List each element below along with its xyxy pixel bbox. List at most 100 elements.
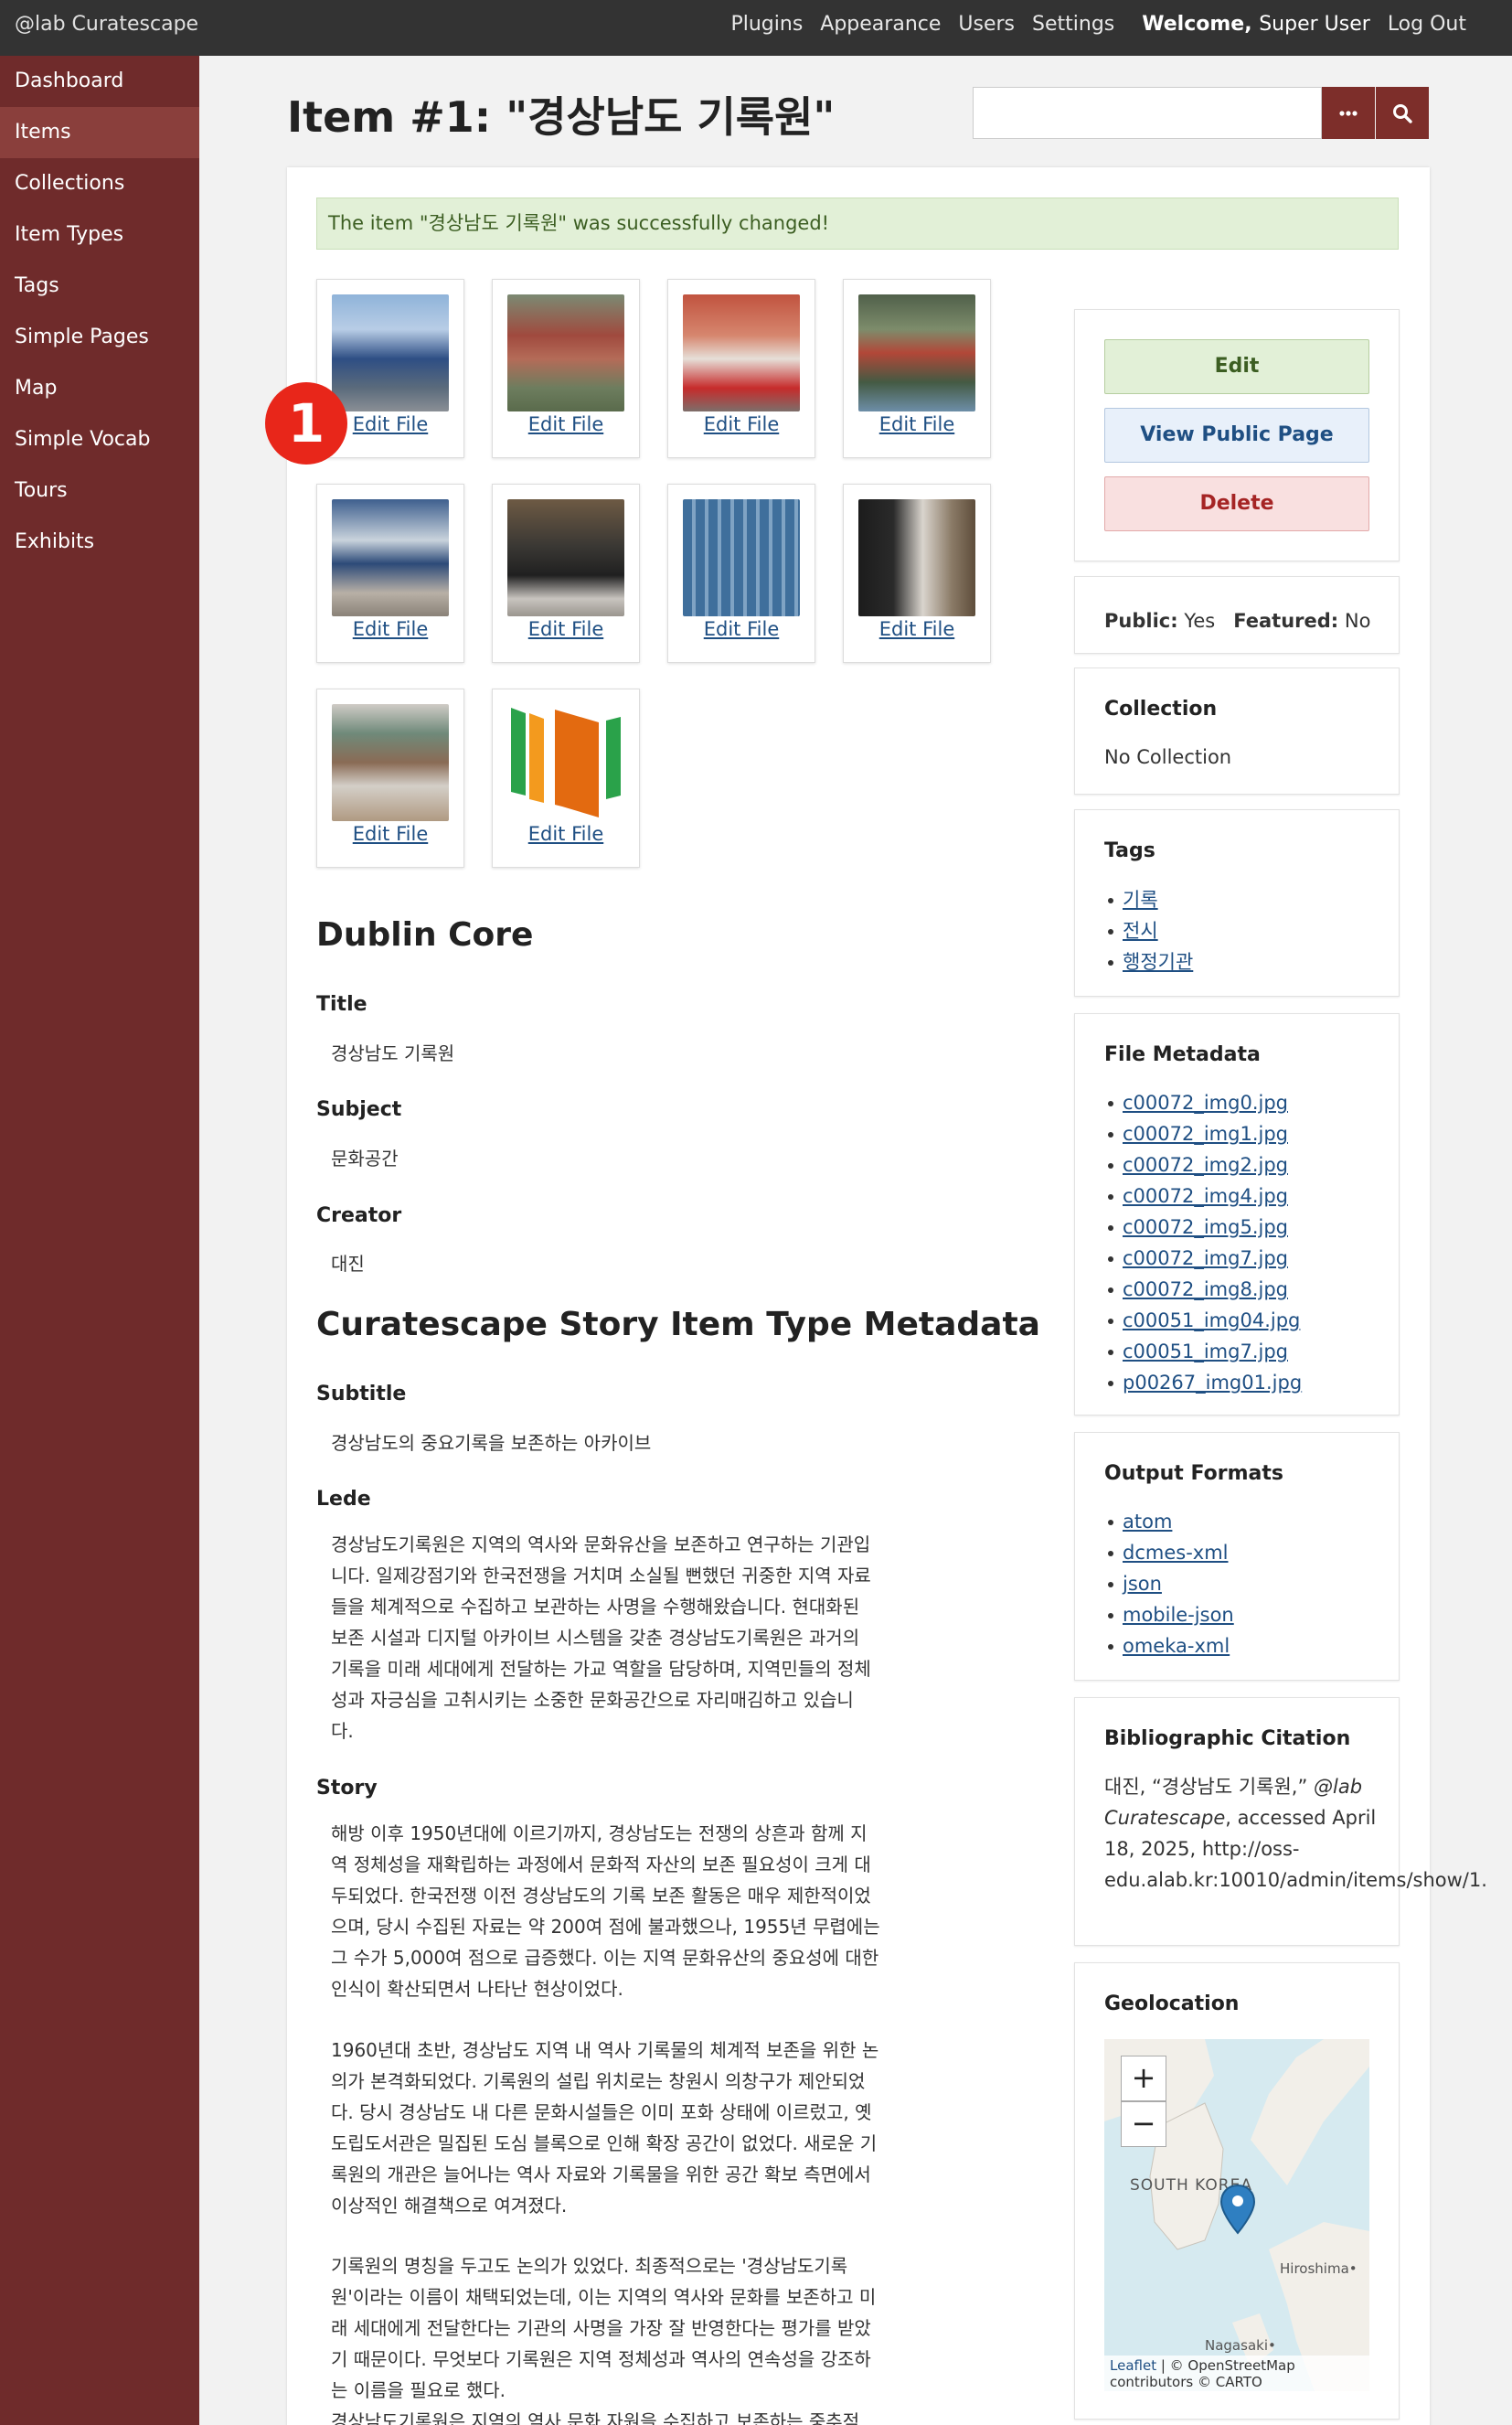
file-thumbnail: Edit File	[316, 689, 464, 868]
map-marker-icon[interactable]	[1219, 2184, 1256, 2235]
lede-line: 다.	[331, 1720, 354, 1742]
geolocation-map[interactable]: + − SOUTH KOREA Hiroshima• Nagasaki• Lea…	[1104, 2039, 1369, 2391]
edit-file-link[interactable]: Edit File	[317, 618, 463, 640]
featured-label: Featured:	[1233, 610, 1339, 632]
leaflet-link[interactable]: Leaflet	[1110, 2357, 1156, 2374]
edit-file-link[interactable]: Edit File	[844, 413, 990, 435]
story-line: 도립도서관은 밀집된 도심 블록으로 인해 확장 공간이 없었다. 새로운 기	[331, 2132, 878, 2154]
sidebar-item-item-types[interactable]: Item Types	[0, 209, 199, 261]
file-metadata-panel: File Metadata c00072_img0.jpg c00072_img…	[1074, 1013, 1400, 1415]
step-badge: 1	[265, 382, 347, 465]
file-metadata-item: c00051_img04.jpg	[1104, 1305, 1302, 1336]
output-format-item: atom	[1104, 1506, 1234, 1537]
welcome-user[interactable]: Super User	[1259, 13, 1370, 36]
edit-file-link[interactable]: Edit File	[493, 618, 639, 640]
title-label: Title	[316, 993, 367, 1016]
sidebar-item-tours[interactable]: Tours	[0, 465, 199, 517]
delete-button[interactable]: Delete	[1104, 476, 1369, 531]
file-image[interactable]	[683, 294, 800, 411]
file-link[interactable]: c00072_img5.jpg	[1123, 1216, 1288, 1238]
subtitle-label: Subtitle	[316, 1383, 407, 1405]
sidebar-item-map[interactable]: Map	[0, 363, 199, 414]
file-metadata-item: c00072_img7.jpg	[1104, 1243, 1302, 1274]
story-line: 다. 당시 경상남도 내 다른 문화시설들은 이미 포화 상태에 이르렀고, 옛	[331, 2101, 872, 2123]
file-link[interactable]: c00072_img2.jpg	[1123, 1154, 1288, 1176]
tag-link[interactable]: 전시	[1123, 920, 1158, 942]
lede-line: 들을 체계적으로 수집하고 보관하는 사명을 수행해왔습니다. 현대화된	[331, 1596, 860, 1618]
site-title[interactable]: @lab Curatescape	[15, 13, 198, 36]
file-link[interactable]: c00072_img4.jpg	[1123, 1185, 1288, 1207]
file-link[interactable]: c00072_img8.jpg	[1123, 1278, 1288, 1300]
page-title: Item #1: "경상남도 기록원"	[287, 92, 836, 142]
story-line: 원'이라는 이름이 채택되었는데, 이는 지역의 역사와 문화를 보존하고 미	[331, 2286, 877, 2308]
file-thumbnail: Edit File	[492, 279, 640, 458]
output-format-link[interactable]: json	[1123, 1573, 1162, 1595]
file-thumbnail: Edit File	[492, 689, 640, 868]
search-button[interactable]	[1376, 87, 1429, 139]
output-format-link[interactable]: mobile-json	[1123, 1604, 1234, 1626]
sidebar-item-simple-vocab[interactable]: Simple Vocab	[0, 414, 199, 465]
advanced-search-button[interactable]	[1322, 87, 1375, 139]
file-link[interactable]: c00072_img7.jpg	[1123, 1247, 1288, 1269]
file-image[interactable]	[507, 499, 624, 616]
geolocation-title: Geolocation	[1104, 1992, 1240, 2015]
edit-file-link[interactable]: Edit File	[493, 823, 639, 845]
subject-label: Subject	[316, 1098, 402, 1121]
zoom-in-button[interactable]: +	[1121, 2056, 1166, 2101]
lede-line: 니다. 일제강점기와 한국전쟁을 거치며 소실될 뻔했던 귀중한 지역 자료	[331, 1565, 871, 1586]
file-link[interactable]: p00267_img01.jpg	[1123, 1372, 1302, 1394]
sidebar: Dashboard Items Collections Item Types T…	[0, 56, 199, 2425]
zoom-out-button[interactable]: −	[1121, 2101, 1166, 2147]
edit-button[interactable]: Edit	[1104, 339, 1369, 394]
edit-file-link[interactable]: Edit File	[317, 823, 463, 845]
sidebar-item-simple-pages[interactable]: Simple Pages	[0, 312, 199, 363]
story-line: 해방 이후 1950년대에 이르기까지, 경상남도는 전쟁의 상흔과 함께 지	[331, 1822, 868, 1844]
edit-file-link[interactable]: Edit File	[668, 618, 815, 640]
logout-link[interactable]: Log Out	[1388, 13, 1466, 36]
file-image[interactable]	[332, 499, 449, 616]
search-input[interactable]	[973, 87, 1322, 139]
file-image[interactable]	[507, 294, 624, 411]
nav-users[interactable]: Users	[958, 13, 1015, 36]
output-format-link[interactable]: dcmes-xml	[1123, 1542, 1229, 1564]
file-image[interactable]	[507, 704, 624, 821]
nav-appearance[interactable]: Appearance	[820, 13, 941, 36]
citation-panel: Bibliographic Citation 대진, “경상남도 기록원,” @…	[1074, 1697, 1487, 1946]
tag-link[interactable]: 기록	[1123, 889, 1158, 911]
nav-plugins[interactable]: Plugins	[730, 13, 803, 36]
welcome-text: Welcome, Super User	[1142, 13, 1370, 36]
story-line: 두되었다. 한국전쟁 이전 경상남도의 기록 보존 활동은 매우 제한적이었	[331, 1885, 871, 1907]
file-image[interactable]	[858, 294, 975, 411]
sidebar-item-tags[interactable]: Tags	[0, 261, 199, 312]
output-format-link[interactable]: atom	[1123, 1511, 1172, 1533]
file-link[interactable]: c00051_img7.jpg	[1123, 1341, 1288, 1362]
sidebar-item-dashboard[interactable]: Dashboard	[0, 56, 199, 107]
file-link[interactable]: c00072_img0.jpg	[1123, 1092, 1288, 1114]
sidebar-item-collections[interactable]: Collections	[0, 158, 199, 209]
success-message: The item "경상남도 기록원" was successfully cha…	[316, 198, 1399, 250]
creator-value: 대진	[331, 1253, 365, 1275]
file-metadata-item: c00072_img5.jpg	[1104, 1212, 1302, 1243]
citation-title: Bibliographic Citation	[1104, 1727, 1351, 1750]
nav-settings[interactable]: Settings	[1032, 13, 1114, 36]
ellipsis-icon	[1339, 111, 1358, 116]
tag-item: 기록	[1104, 884, 1193, 915]
view-public-page-button[interactable]: View Public Page	[1104, 408, 1369, 463]
sidebar-item-exhibits[interactable]: Exhibits	[0, 517, 199, 568]
sidebar-item-items[interactable]: Items	[0, 107, 199, 158]
output-formats-title: Output Formats	[1104, 1462, 1283, 1485]
output-format-link[interactable]: omeka-xml	[1123, 1635, 1230, 1657]
story-label: Story	[316, 1777, 378, 1800]
tag-link[interactable]: 행정기관	[1123, 951, 1193, 973]
file-link[interactable]: c00072_img1.jpg	[1123, 1123, 1288, 1145]
file-metadata-item: c00072_img2.jpg	[1104, 1149, 1302, 1180]
file-thumbnail: Edit File	[316, 484, 464, 663]
edit-file-link[interactable]: Edit File	[844, 618, 990, 640]
file-link[interactable]: c00051_img04.jpg	[1123, 1309, 1300, 1331]
file-image[interactable]	[332, 294, 449, 411]
edit-file-link[interactable]: Edit File	[493, 413, 639, 435]
edit-file-link[interactable]: Edit File	[668, 413, 815, 435]
file-image[interactable]	[683, 499, 800, 616]
file-image[interactable]	[332, 704, 449, 821]
file-image[interactable]	[858, 499, 975, 616]
